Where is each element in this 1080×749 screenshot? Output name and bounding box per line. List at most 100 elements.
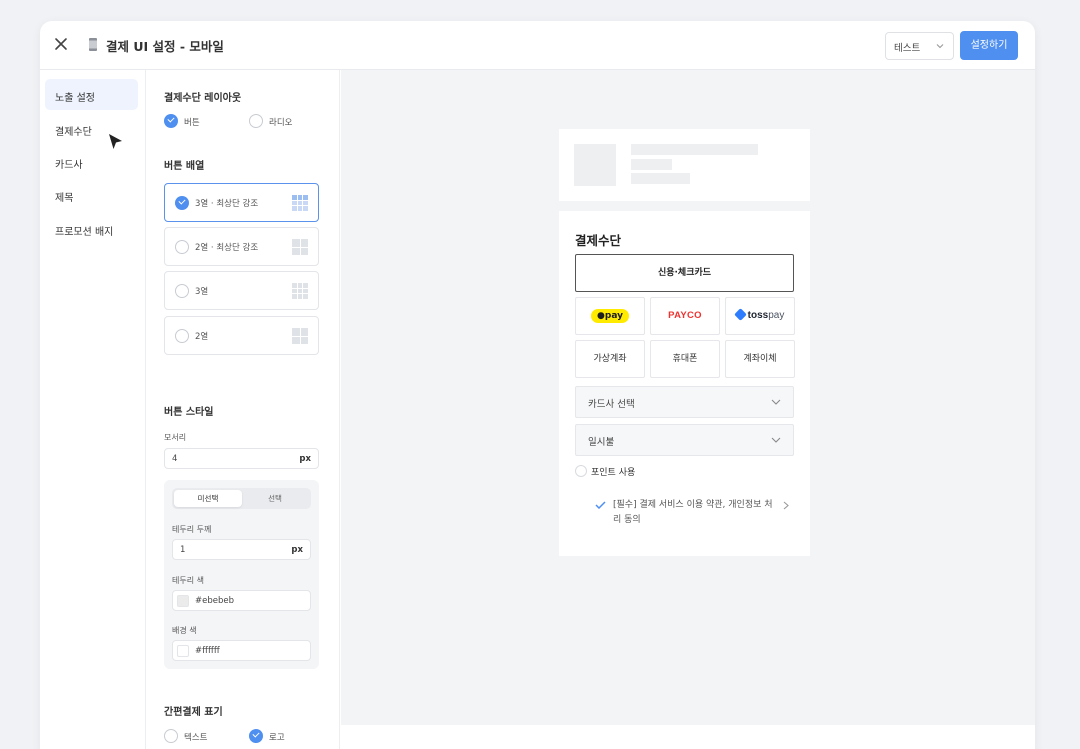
skeleton-line	[631, 173, 690, 184]
radio-unchecked-icon	[175, 240, 189, 254]
option-label: 2열 · 최상단 강조	[195, 243, 259, 253]
tosspay-logo-text: toss	[747, 310, 769, 321]
grid-3col-icon	[292, 195, 308, 211]
radio-checked-icon	[175, 196, 189, 210]
installment-select[interactable]: 일시불	[575, 424, 794, 456]
check-icon	[595, 501, 606, 509]
arrangement-option-3col-highlight[interactable]: 3열 · 최상단 강조	[164, 183, 319, 222]
header-bar: 결제 UI 설정 - 모바일 테스트 설정하기	[40, 21, 1035, 70]
skeleton-line	[631, 144, 758, 155]
virtual-account-button[interactable]: 가상계좌	[575, 340, 645, 378]
grid-2col-icon	[292, 328, 308, 344]
terms-agreement-text: [필수] 결제 서비스 이용 약관, 개인정보 처리 동의	[613, 500, 773, 525]
settings-sidebar: 노출 설정 결제수단 카드사 제목 프로모션 배지	[40, 70, 146, 749]
border-width-label: 테두리 두께	[172, 525, 212, 534]
mobile-phone-button[interactable]: 휴대폰	[650, 340, 720, 378]
credit-check-card-button[interactable]: 신용·체크카드	[575, 254, 794, 292]
easy-pay-option-logo[interactable]: 로고	[249, 729, 319, 743]
option-label: 2열	[195, 332, 209, 342]
mobile-preview-area: 결제수단 신용·체크카드 ●pay PAYCO tosspay 가상계좌 휴대폰…	[341, 70, 1035, 725]
radio-checked-icon	[164, 114, 178, 128]
layout-option-radio[interactable]: 라디오	[249, 114, 319, 128]
payco-logo: PAYCO	[668, 310, 702, 321]
layout-section-title: 결제수단 레이아웃	[164, 93, 242, 104]
arrangement-option-2col[interactable]: 2열	[164, 316, 319, 355]
radio-unchecked-icon	[175, 284, 189, 298]
sidebar-item-payment-method[interactable]: 결제수단	[45, 113, 138, 144]
border-width-input[interactable]: 1 px	[172, 539, 311, 560]
arrangement-option-3col[interactable]: 3열	[164, 271, 319, 310]
skeleton-product-card	[559, 129, 810, 201]
page-title: 결제 UI 설정 - 모바일	[106, 39, 224, 54]
border-color-value: #ebebeb	[195, 596, 234, 606]
payment-method-card: 결제수단 신용·체크카드 ●pay PAYCO tosspay 가상계좌 휴대폰…	[559, 211, 810, 556]
environment-select[interactable]: 테스트	[885, 32, 954, 60]
settings-panel: 결제수단 레이아웃 버튼 라디오 버튼 배열 3열 · 최상단 강조 2열 · …	[147, 70, 340, 749]
tosspay-logo: tosspay	[733, 308, 785, 321]
apply-settings-button[interactable]: 설정하기	[960, 31, 1018, 60]
tosspay-logo-text: pay	[768, 310, 785, 321]
option-label: 3열 · 최상단 강조	[195, 199, 259, 209]
arrangement-option-2col-highlight[interactable]: 2열 · 최상단 강조	[164, 227, 319, 266]
radio-label: 라디오	[269, 118, 293, 128]
radio-label: 버튼	[184, 118, 200, 128]
sidebar-item-promotion-badge[interactable]: 프로모션 배지	[45, 213, 138, 244]
unit-label: px	[291, 545, 303, 555]
color-swatch[interactable]	[177, 595, 189, 607]
border-width-value: 1	[180, 545, 186, 555]
card-company-select-value: 카드사 선택	[588, 399, 635, 410]
radius-value: 4	[172, 454, 178, 464]
chevron-down-icon	[936, 44, 944, 49]
radius-label: 모서리	[164, 433, 187, 442]
installment-select-value: 일시불	[588, 437, 615, 448]
environment-select-value: 테스트	[894, 43, 921, 54]
layout-option-button[interactable]: 버튼	[164, 114, 234, 128]
use-points-label: 포인트 사용	[591, 468, 636, 478]
bg-color-value: #ffffff	[195, 646, 220, 656]
bg-color-label: 배경 색	[172, 626, 197, 635]
kakaopay-logo-text: pay	[604, 310, 623, 321]
payment-ui-settings-window: 결제 UI 설정 - 모바일 테스트 설정하기 노출 설정 결제수단 카드사 제…	[40, 21, 1035, 749]
kakaopay-button[interactable]: ●pay	[575, 297, 645, 335]
close-icon[interactable]	[53, 36, 69, 52]
payment-method-title: 결제수단	[575, 233, 622, 248]
button-state-style-panel: 미선택 선택 테두리 두께 1 px 테두리 색 #ebebeb 배경 색 #f…	[164, 480, 319, 669]
option-label: 3열	[195, 287, 209, 297]
skeleton-line	[631, 159, 672, 170]
arrangement-section-title: 버튼 배열	[164, 161, 205, 172]
skeleton-thumbnail	[574, 144, 616, 186]
bg-color-input[interactable]: #ffffff	[172, 640, 311, 661]
mouse-cursor-icon	[109, 134, 122, 149]
radio-label: 텍스트	[184, 733, 208, 743]
tosspay-button[interactable]: tosspay	[725, 297, 795, 335]
radius-input[interactable]: 4 px	[164, 448, 319, 469]
payco-button[interactable]: PAYCO	[650, 297, 720, 335]
sidebar-item-title[interactable]: 제목	[45, 179, 138, 210]
radio-unchecked-icon	[249, 114, 263, 128]
chevron-down-icon	[771, 437, 781, 443]
state-segmented-control: 미선택 선택	[172, 488, 311, 509]
button-style-section-title: 버튼 스타일	[164, 407, 214, 418]
grid-3col-icon	[292, 283, 308, 299]
tab-selected[interactable]: 선택	[241, 490, 309, 507]
color-swatch[interactable]	[177, 645, 189, 657]
card-company-select[interactable]: 카드사 선택	[575, 386, 794, 418]
sidebar-item-display[interactable]: 노출 설정	[45, 79, 138, 110]
border-color-input[interactable]: #ebebeb	[172, 590, 311, 611]
radio-checked-icon	[249, 729, 263, 743]
chevron-down-icon	[771, 399, 781, 405]
radio-unchecked-icon	[164, 729, 178, 743]
sidebar-item-card-company[interactable]: 카드사	[45, 146, 138, 177]
border-color-label: 테두리 색	[172, 576, 204, 585]
chevron-right-icon[interactable]	[783, 501, 789, 510]
tab-unselected[interactable]: 미선택	[174, 490, 242, 507]
toss-mark-icon	[733, 308, 747, 321]
kakaopay-logo: ●pay	[591, 308, 629, 323]
easy-pay-section-title: 간편결제 표기	[164, 707, 223, 718]
radio-unchecked-icon	[175, 329, 189, 343]
bank-transfer-button[interactable]: 계좌이체	[725, 340, 795, 378]
unit-label: px	[299, 454, 311, 464]
mobile-icon	[89, 38, 97, 51]
easy-pay-option-text[interactable]: 텍스트	[164, 729, 234, 743]
radio-label: 로고	[269, 733, 285, 743]
